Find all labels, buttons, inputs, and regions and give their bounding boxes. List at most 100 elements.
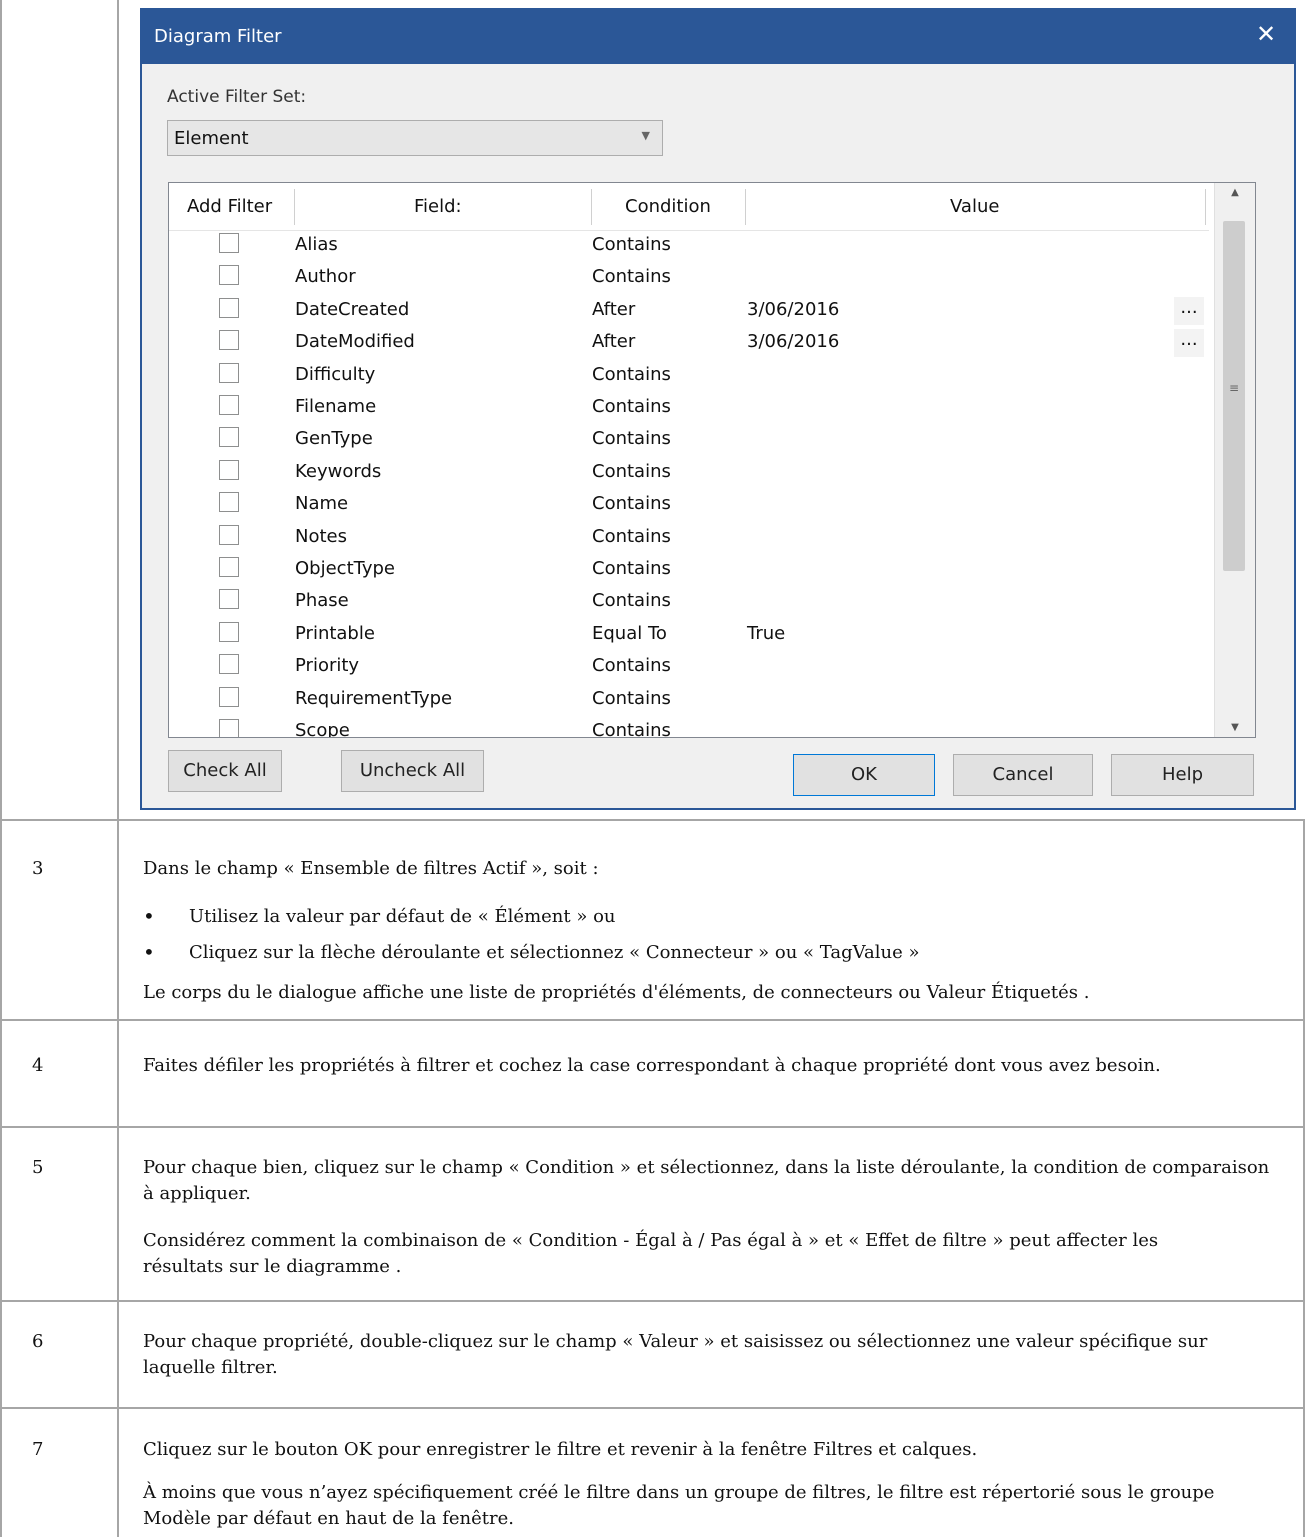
- add-filter-checkbox[interactable]: [219, 297, 239, 318]
- bullet-icon: •: [143, 904, 155, 928]
- field-name: ObjectType: [295, 558, 395, 579]
- condition-cell[interactable]: After: [592, 299, 635, 320]
- chevron-down-icon[interactable]: ▼: [642, 129, 650, 142]
- condition-cell[interactable]: Contains: [592, 234, 671, 255]
- table-row[interactable]: RequirementType Contains: [169, 684, 1209, 716]
- table-row[interactable]: DateCreated After 3/06/2016...: [169, 295, 1209, 327]
- table-row-separator: [0, 1407, 1305, 1409]
- field-name: DateCreated: [295, 298, 410, 320]
- condition-cell[interactable]: Contains: [592, 655, 671, 676]
- add-filter-checkbox[interactable]: [219, 459, 239, 480]
- cancel-button[interactable]: Cancel: [953, 754, 1093, 796]
- vertical-scrollbar[interactable]: ▲ ≡ ▼: [1214, 183, 1255, 737]
- table-row[interactable]: Filename Contains: [169, 392, 1209, 424]
- add-filter-checkbox[interactable]: [219, 427, 239, 448]
- ok-button[interactable]: OK: [793, 754, 935, 796]
- table-row[interactable]: Printable Equal To True: [169, 619, 1209, 651]
- field-name: Author: [295, 266, 356, 288]
- step-number: 3: [32, 858, 44, 879]
- table-row[interactable]: ObjectType Contains: [169, 554, 1209, 586]
- value-cell[interactable]: True: [747, 623, 785, 644]
- add-filter-checkbox[interactable]: [219, 719, 239, 737]
- column-header-condition[interactable]: Condition: [625, 183, 711, 230]
- condition-cell[interactable]: Contains: [592, 558, 671, 579]
- add-filter-checkbox[interactable]: [219, 330, 239, 351]
- close-icon[interactable]: ✕: [1252, 20, 1280, 48]
- condition-cell[interactable]: Equal To: [592, 623, 667, 644]
- field-name: Notes: [295, 525, 347, 547]
- field-name: Phase: [295, 590, 349, 612]
- column-header-field[interactable]: Field:: [414, 183, 462, 230]
- step-text: Pour chaque propriété, double-cliquez su…: [143, 1331, 1208, 1378]
- add-filter-checkbox[interactable]: [219, 492, 239, 513]
- condition-cell[interactable]: Contains: [592, 461, 671, 482]
- field-name: Scope: [295, 720, 350, 737]
- uncheck-all-button[interactable]: Uncheck All: [341, 750, 484, 792]
- field-name: Alias: [295, 234, 338, 255]
- table-row[interactable]: Difficulty Contains: [169, 360, 1209, 392]
- active-filter-set-label: Active Filter Set:: [167, 87, 307, 107]
- value-cell[interactable]: 3/06/2016: [747, 299, 839, 320]
- condition-cell[interactable]: Contains: [592, 526, 671, 547]
- condition-cell[interactable]: Contains: [592, 720, 671, 737]
- condition-cell[interactable]: Contains: [592, 364, 671, 385]
- condition-cell[interactable]: Contains: [592, 428, 671, 449]
- grip-icon: ≡: [1228, 381, 1240, 395]
- field-name: Name: [295, 493, 349, 515]
- condition-cell[interactable]: Contains: [592, 396, 671, 417]
- condition-cell[interactable]: Contains: [592, 266, 671, 287]
- table-row-separator: [0, 1019, 1305, 1021]
- browse-button[interactable]: ...: [1174, 329, 1204, 358]
- condition-cell[interactable]: Contains: [592, 688, 671, 709]
- add-filter-checkbox[interactable]: [219, 524, 239, 545]
- add-filter-checkbox[interactable]: [219, 395, 239, 415]
- value-cell[interactable]: 3/06/2016: [747, 331, 839, 352]
- field-name: RequirementType: [295, 687, 453, 709]
- add-filter-checkbox[interactable]: [219, 686, 239, 707]
- table-row[interactable]: Name Contains: [169, 489, 1209, 521]
- table-row[interactable]: Notes Contains: [169, 522, 1209, 554]
- table-row-separator: [0, 819, 1305, 821]
- add-filter-checkbox[interactable]: [219, 654, 239, 675]
- table-row[interactable]: DateModified After 3/06/2016...: [169, 327, 1209, 359]
- active-filter-set-dropdown[interactable]: Element ▼: [167, 120, 663, 156]
- step-text: Cliquez sur le bouton OK pour enregistre…: [143, 1439, 978, 1460]
- step-number: 4: [32, 1055, 44, 1076]
- table-row[interactable]: Keywords Contains: [169, 457, 1209, 489]
- list-item-text: Utilisez la valeur par défaut de « Éléme…: [189, 906, 616, 927]
- condition-cell[interactable]: Contains: [592, 493, 671, 514]
- add-filter-checkbox[interactable]: [219, 362, 239, 383]
- step-number: 6: [32, 1331, 44, 1352]
- browse-button[interactable]: ...: [1174, 296, 1204, 325]
- table-row[interactable]: Priority Contains: [169, 651, 1209, 683]
- field-name: Printable: [295, 622, 375, 644]
- table-border-left: [0, 0, 2, 1537]
- field-name: Difficulty: [295, 363, 376, 385]
- scroll-down-icon[interactable]: ▼: [1215, 722, 1255, 733]
- table-row[interactable]: Alias Contains: [169, 230, 1209, 262]
- field-name: DateModified: [295, 331, 415, 353]
- step-text: Le corps du le dialogue affiche une list…: [143, 982, 1090, 1003]
- add-filter-checkbox[interactable]: [219, 265, 239, 286]
- condition-cell[interactable]: Contains: [592, 590, 671, 611]
- field-name: Filename: [295, 396, 377, 417]
- column-header-value[interactable]: Value: [950, 183, 999, 230]
- table-row[interactable]: Scope Contains: [169, 716, 1209, 737]
- column-divider: [1205, 189, 1206, 225]
- help-button[interactable]: Help: [1111, 754, 1254, 796]
- add-filter-checkbox[interactable]: [219, 621, 239, 642]
- table-row[interactable]: GenType Contains: [169, 424, 1209, 456]
- table-row[interactable]: Author Contains: [169, 262, 1209, 294]
- column-divider: [591, 189, 592, 225]
- table-row[interactable]: Phase Contains: [169, 586, 1209, 618]
- filter-list[interactable]: Add Filter Field: Condition Value Alias C…: [168, 182, 1256, 738]
- scrollbar-thumb[interactable]: ≡: [1223, 221, 1245, 571]
- check-all-button[interactable]: Check All: [168, 750, 282, 792]
- column-header-add-filter[interactable]: Add Filter: [187, 183, 272, 230]
- add-filter-checkbox[interactable]: [219, 589, 239, 610]
- add-filter-checkbox[interactable]: [219, 557, 239, 577]
- condition-cell[interactable]: After: [592, 331, 635, 352]
- table-row-separator: [0, 1126, 1305, 1128]
- add-filter-checkbox[interactable]: [219, 233, 239, 253]
- scroll-up-icon[interactable]: ▲: [1215, 187, 1255, 198]
